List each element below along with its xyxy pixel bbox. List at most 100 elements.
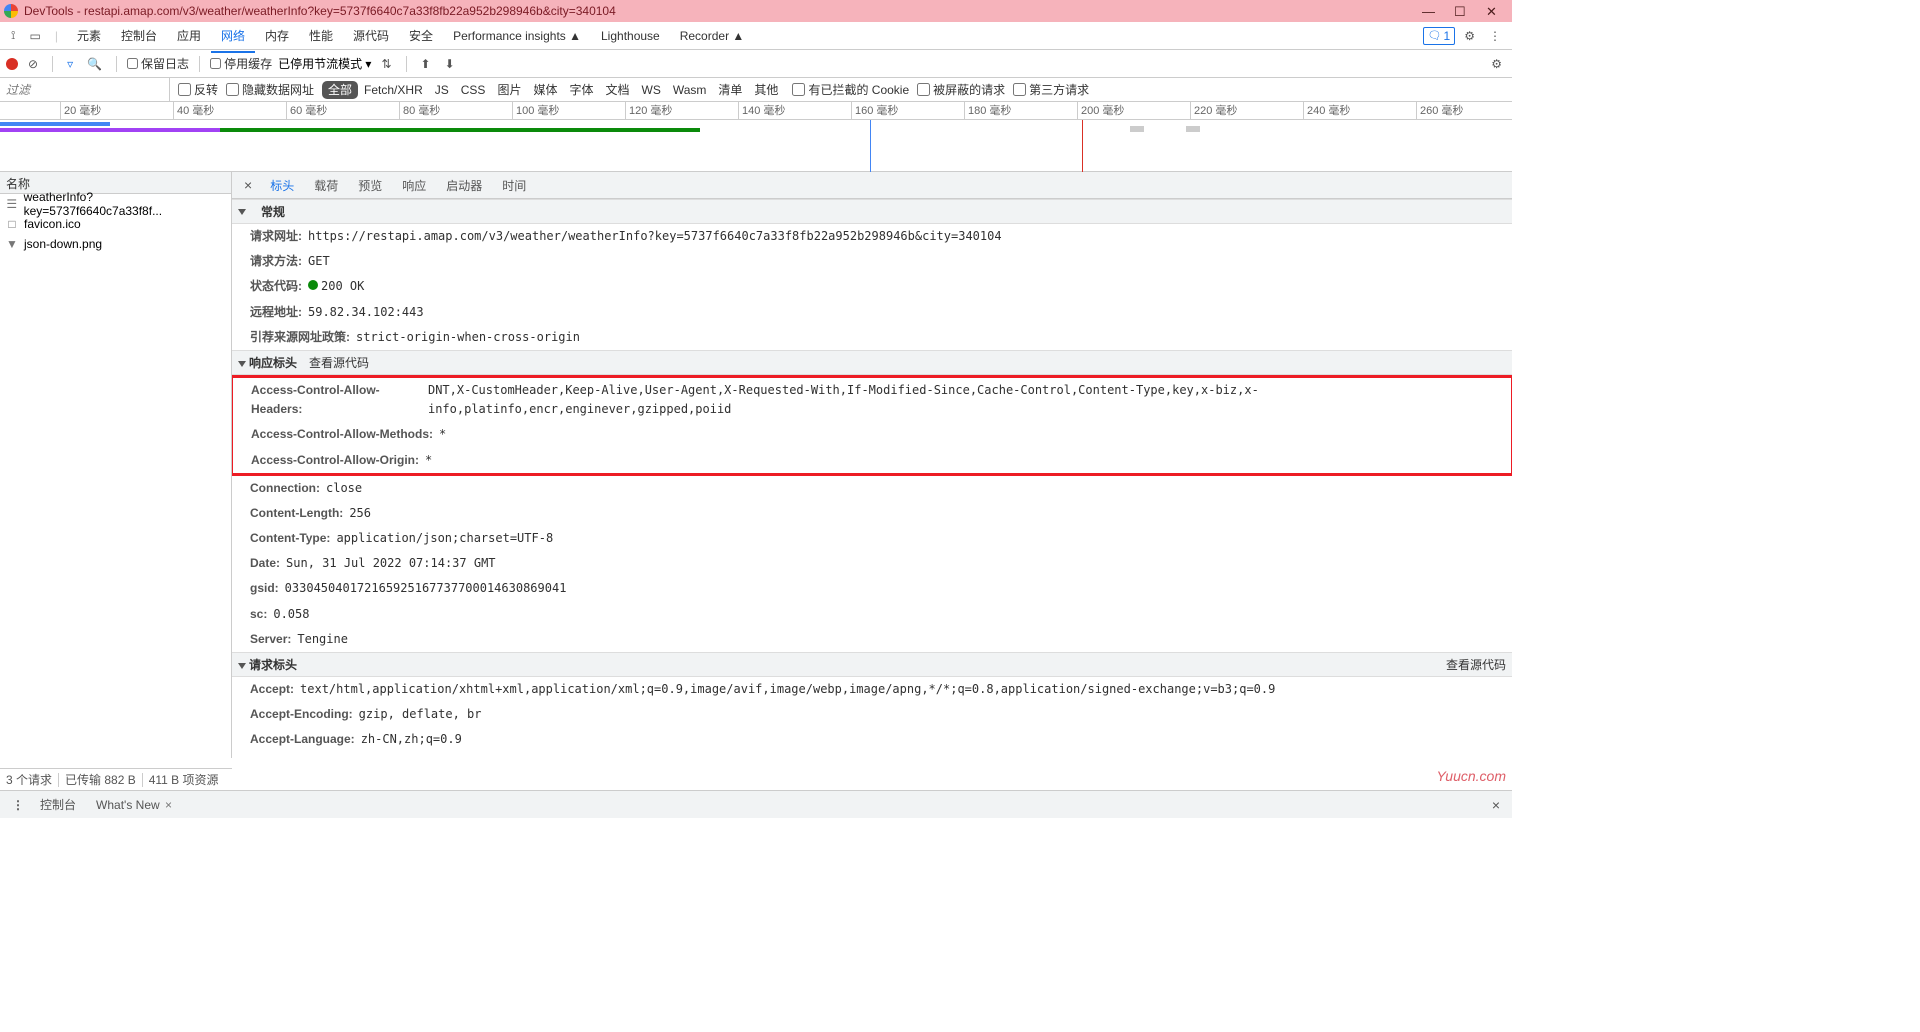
- header-value: Tengine: [297, 630, 348, 649]
- header-row: Accept-Language:zh-CN,zh;q=0.9: [232, 727, 1512, 752]
- main-tab-6[interactable]: 源代码: [343, 25, 399, 47]
- preserve-log-checkbox[interactable]: 保留日志: [127, 55, 189, 72]
- minimize-icon[interactable]: —: [1422, 4, 1436, 18]
- invert-checkbox[interactable]: 反转: [178, 81, 218, 98]
- upload-har-icon[interactable]: ⬆: [417, 55, 435, 73]
- maximize-icon[interactable]: ☐: [1454, 4, 1468, 18]
- record-button[interactable]: [6, 58, 18, 70]
- third-party-checkbox[interactable]: 第三方请求: [1013, 81, 1089, 98]
- issues-button[interactable]: 🗨 1: [1423, 27, 1456, 45]
- request-name: weatherInfo?key=5737f6640c7a33f8f...: [24, 190, 225, 218]
- filter-chip-文档[interactable]: 文档: [599, 81, 635, 99]
- main-tab-9[interactable]: Lighthouse: [591, 25, 670, 47]
- main-tab-4[interactable]: 内存: [255, 25, 299, 47]
- hide-data-urls-checkbox[interactable]: 隐藏数据网址: [226, 81, 314, 98]
- view-source-button[interactable]: 查看源代码: [309, 354, 369, 371]
- titlebar: DevTools - restapi.amap.com/v3/weather/w…: [0, 0, 1512, 22]
- request-name: favicon.ico: [24, 217, 81, 231]
- download-har-icon[interactable]: ⬇: [441, 55, 459, 73]
- header-key: Content-Length:: [250, 504, 343, 523]
- main-tab-1[interactable]: 控制台: [111, 25, 167, 47]
- blocked-cookies-checkbox[interactable]: 有已拦截的 Cookie: [792, 81, 909, 98]
- close-drawer-icon[interactable]: ×: [1486, 797, 1506, 813]
- device-toggle-icon[interactable]: ▭: [24, 26, 45, 46]
- header-value: 033045040172165925167737700014630869041: [285, 579, 567, 598]
- header-value: DNT,X-CustomHeader,Keep-Alive,User-Agent…: [428, 381, 1505, 419]
- filter-chip-图片[interactable]: 图片: [491, 81, 527, 99]
- header-key: 请求网址:: [250, 227, 302, 246]
- section-request-headers[interactable]: 请求标头 查看源代码: [232, 652, 1512, 677]
- main-tab-7[interactable]: 安全: [399, 25, 443, 47]
- detail-tab-标头[interactable]: 标头: [260, 175, 304, 197]
- wifi-icon[interactable]: ⇅: [377, 55, 395, 73]
- main-tab-10[interactable]: Recorder ▲: [670, 25, 755, 47]
- header-row: 引荐来源网址政策:strict-origin-when-cross-origin: [232, 325, 1512, 350]
- detail-tab-预览[interactable]: 预览: [348, 175, 392, 197]
- header-key: Accept-Encoding:: [250, 705, 353, 724]
- filter-chip-Wasm[interactable]: Wasm: [667, 81, 713, 99]
- timeline-tick: 80 毫秒: [399, 102, 440, 119]
- filter-chip-WS[interactable]: WS: [636, 81, 667, 99]
- drawer-tab-console[interactable]: 控制台: [30, 792, 86, 817]
- filter-chip-Fetch/XHR[interactable]: Fetch/XHR: [358, 81, 429, 99]
- settings-icon[interactable]: ⚙: [1459, 26, 1480, 46]
- request-row[interactable]: ▼json-down.png: [0, 234, 231, 254]
- filter-icon[interactable]: ▿: [63, 55, 77, 73]
- section-response-headers[interactable]: 响应标头 查看源代码: [232, 350, 1512, 375]
- filter-chip-全部[interactable]: 全部: [322, 81, 358, 99]
- filter-chip-字体[interactable]: 字体: [563, 81, 599, 99]
- clear-icon[interactable]: ⊘: [24, 55, 42, 73]
- drawer-menu-icon[interactable]: ⋮: [6, 798, 30, 812]
- status-dot-icon: [308, 280, 318, 290]
- timeline-tick: 20 毫秒: [60, 102, 101, 119]
- timeline-tick: 180 毫秒: [964, 102, 1011, 119]
- filter-chip-其他[interactable]: 其他: [748, 81, 784, 99]
- filter-chip-CSS[interactable]: CSS: [455, 81, 492, 99]
- main-tab-3[interactable]: 网络: [211, 25, 255, 47]
- more-icon[interactable]: ⋮: [1484, 26, 1506, 46]
- detail-tab-时间[interactable]: 时间: [492, 175, 536, 197]
- main-tab-5[interactable]: 性能: [299, 25, 343, 47]
- drawer-tab-whatsnew[interactable]: What's New ×: [86, 794, 182, 816]
- timeline-overview[interactable]: 20 毫秒40 毫秒60 毫秒80 毫秒100 毫秒120 毫秒140 毫秒16…: [0, 102, 1512, 172]
- header-value: gzip, deflate, br: [359, 705, 482, 724]
- request-row[interactable]: ☰weatherInfo?key=5737f6640c7a33f8f...: [0, 194, 231, 214]
- filter-chip-媒体[interactable]: 媒体: [527, 81, 563, 99]
- filter-chip-清单[interactable]: 清单: [712, 81, 748, 99]
- header-row: Connection: close: [232, 476, 1512, 501]
- file-type-icon: ☰: [6, 197, 18, 211]
- timeline-tick: 60 毫秒: [286, 102, 327, 119]
- header-row: sc:0.058: [232, 602, 1512, 627]
- close-tab-icon[interactable]: ×: [162, 798, 172, 812]
- detail-tab-响应[interactable]: 响应: [392, 175, 436, 197]
- header-key: Access-Control-Allow-Headers:: [251, 381, 422, 419]
- inspect-icon[interactable]: ⟟: [6, 25, 20, 46]
- detail-tab-启动器[interactable]: 启动器: [436, 175, 492, 197]
- filter-input[interactable]: [0, 78, 170, 101]
- request-list: 名称 ☰weatherInfo?key=5737f6640c7a33f8f...…: [0, 172, 232, 758]
- header-value: GET: [308, 252, 330, 271]
- main-tab-8[interactable]: Performance insights ▲: [443, 25, 591, 47]
- filter-chip-JS[interactable]: JS: [429, 81, 455, 99]
- main-tab-2[interactable]: 应用: [167, 25, 211, 47]
- main-tab-0[interactable]: 元素: [67, 25, 111, 47]
- view-source-button[interactable]: 查看源代码: [1446, 656, 1506, 673]
- section-general[interactable]: 常规: [232, 199, 1512, 224]
- header-key: Date:: [250, 554, 280, 573]
- header-key: Connection:: [250, 479, 320, 498]
- header-value: close: [326, 479, 362, 498]
- header-key: sc:: [250, 605, 267, 624]
- close-detail-button[interactable]: ×: [236, 177, 260, 193]
- timeline-tick: 200 毫秒: [1077, 102, 1124, 119]
- close-icon[interactable]: ✕: [1486, 4, 1500, 18]
- header-key: Access-Control-Allow-Origin:: [251, 451, 419, 470]
- disable-cache-checkbox[interactable]: 停用缓存: [210, 55, 272, 72]
- detail-tab-载荷[interactable]: 载荷: [304, 175, 348, 197]
- header-row: Cache-Control:max-age=0: [232, 753, 1512, 758]
- search-icon[interactable]: 🔍: [83, 55, 106, 73]
- blocked-requests-checkbox[interactable]: 被屏蔽的请求: [917, 81, 1005, 98]
- header-row: Server:Tengine: [232, 627, 1512, 652]
- header-row: 状态代码:200 OK: [232, 274, 1512, 299]
- throttle-select[interactable]: 已停用节流模式 ▾: [278, 55, 371, 72]
- network-settings-icon[interactable]: ⚙: [1487, 55, 1506, 73]
